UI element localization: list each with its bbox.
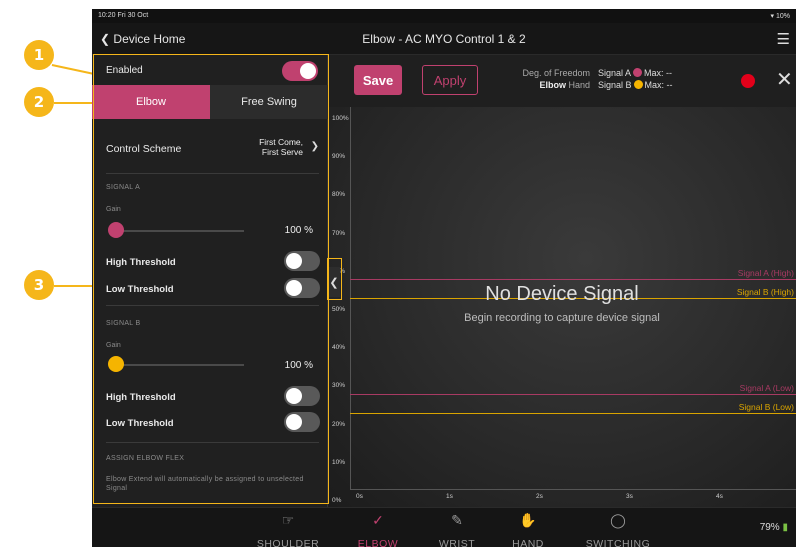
signal-a-max: Max: -- [644,68,673,78]
no-signal-title: No Device Signal [485,283,639,305]
y-tick-label: 30% [332,382,346,390]
y-tick-label: 90% [332,153,346,161]
bottom-tab-bar: ☞ SHOULDER ✓ ELBOW ✎ WRIST ✋ HAND ◯ SWIT… [92,507,796,547]
shoulder-icon: ☞ [281,512,295,528]
threshold-line-b-low [350,412,796,414]
x-tick-label: 2s [536,493,543,500]
hand-icon: ✋ [519,512,537,528]
page-title: Elbow - AC MYO Control 1 & 2 [362,32,526,46]
switching-icon: ◯ [610,512,626,528]
callout-2: 2 [24,87,54,117]
close-icon[interactable]: ✕ [776,67,793,92]
highlight-collapse-tab [327,258,342,300]
callout-1: 1 [24,40,54,70]
dof-label: Deg. of Freedom [522,68,590,78]
tab-shoulder[interactable]: ☞ SHOULDER [248,512,328,547]
status-battery: ▾ 10% [770,13,790,20]
signal-max-info: Signal A Max: -- Signal B Max: -- [598,67,673,91]
hamburger-menu-icon[interactable]: ☰ [777,30,790,48]
threshold-label-a-high: Signal A (High) [737,267,794,278]
y-tick-label: 70% [332,229,346,237]
status-time: 10:20 Fri 30 Oct [98,12,149,19]
threshold-label-a-low: Signal A (Low) [739,382,794,393]
tab-elbow[interactable]: ✓ ELBOW [338,512,418,547]
status-bar: 10:20 Fri 30 Oct ▾ 10% [92,9,796,23]
record-button[interactable] [741,74,755,88]
threshold-label-b-low: Signal B (Low) [738,401,794,412]
device-battery: 79% ▮ [759,522,788,533]
no-signal-subtitle: Begin recording to capture device signal [464,312,660,324]
signal-b-dot [633,80,643,89]
threshold-line-a-high [350,278,796,280]
y-tick-label: 20% [332,420,346,428]
callout-3: 3 [24,270,54,300]
signal-a-dot [633,68,643,77]
degree-of-freedom: Deg. of Freedom Elbow Hand [494,67,590,91]
nav-bar: ❮ Device Home Elbow - AC MYO Control 1 &… [92,23,796,55]
highlight-left-panel [93,54,329,504]
elbow-icon: ✓ [372,512,384,528]
callout-line-2 [54,102,94,104]
battery-icon: ▮ [782,522,788,533]
y-tick-label: 80% [332,191,346,199]
dof-hand: Hand [568,80,590,90]
y-tick-label: 100% [332,115,349,122]
x-tick-label: 3s [626,493,633,500]
x-tick-label: 4s [716,493,723,500]
y-tick-label: 10% [332,458,346,466]
x-tick-label: 0s [356,493,363,500]
y-tick-label: 40% [332,344,346,352]
wrist-icon: ✎ [451,512,463,528]
signal-b-label: Signal B [598,80,632,90]
signal-plot: 100%90%80%70%60%50%40%30%20%10%0% 0s1s2s… [328,107,796,507]
apply-button[interactable]: Apply [422,65,478,95]
dof-elbow: Elbow [539,80,566,90]
signal-chart-area: Save Apply Deg. of Freedom Elbow Hand Si… [328,55,796,507]
threshold-line-a-low [350,393,796,395]
chart-toolbar: Save Apply Deg. of Freedom Elbow Hand Si… [328,55,796,107]
signal-a-label: Signal A [598,68,632,78]
tab-wrist[interactable]: ✎ WRIST [417,512,497,547]
save-button[interactable]: Save [354,65,402,95]
tab-hand[interactable]: ✋ HAND [488,512,568,547]
signal-b-max: Max: -- [644,80,673,90]
tab-switching[interactable]: ◯ SWITCHING [578,512,658,547]
x-axis [350,489,796,490]
callout-line-1 [51,64,94,75]
x-tick-label: 1s [446,493,453,500]
y-tick-label: 0% [332,497,342,504]
